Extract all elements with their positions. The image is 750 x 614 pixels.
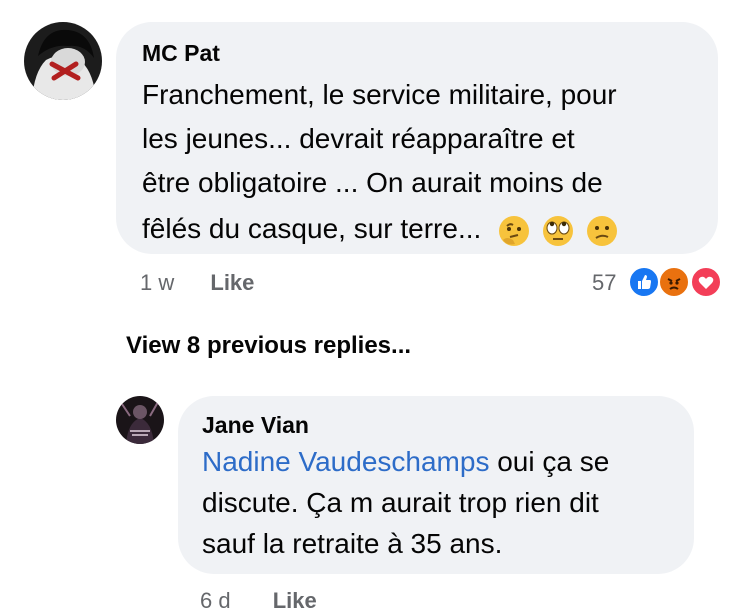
reaction-count[interactable]: 57 bbox=[592, 270, 616, 296]
like-button[interactable]: Like bbox=[210, 270, 254, 295]
avatar-image bbox=[116, 396, 164, 444]
comment-line: les jeunes... devrait réapparaître et bbox=[142, 123, 575, 154]
reply-bubble: Jane Vian Nadine Vaudeschamps oui ça se … bbox=[178, 396, 694, 574]
comment-author[interactable]: MC Pat bbox=[142, 40, 718, 67]
comment-line: fêlés du casque, sur terre... bbox=[142, 213, 482, 244]
view-previous-replies-link[interactable]: View 8 previous replies... bbox=[126, 332, 411, 360]
comment-author[interactable]: Jane Vian bbox=[202, 412, 694, 439]
love-reaction-icon[interactable] bbox=[690, 266, 722, 298]
thinking-face-icon bbox=[499, 215, 530, 246]
comment-line: Nadine Vaudeschamps oui ça se bbox=[202, 441, 694, 482]
angry-reaction-icon[interactable] bbox=[658, 266, 690, 298]
rolling-eyes-face-icon bbox=[542, 215, 573, 246]
avatar-mc-pat[interactable] bbox=[24, 22, 102, 100]
comment-line-rest: oui ça se bbox=[489, 446, 610, 477]
like-reaction-icon[interactable] bbox=[628, 266, 660, 298]
comment-text: Franchement, le service militaire, pour … bbox=[142, 73, 718, 251]
comment-line-last: fêlés du casque, sur terre... bbox=[142, 207, 718, 251]
comment-line: sauf la retraite à 35 ans. bbox=[202, 528, 503, 559]
comment-line: discute. Ça m aurait trop rien dit bbox=[202, 487, 599, 518]
confused-face-icon bbox=[586, 215, 617, 246]
reply-meta: 6 d Like bbox=[200, 588, 317, 614]
mention-link[interactable]: Nadine Vaudeschamps bbox=[202, 446, 489, 477]
comment-bubble: MC Pat Franchement, le service militaire… bbox=[116, 22, 718, 254]
comment-text: Nadine Vaudeschamps oui ça se discute. Ç… bbox=[202, 441, 694, 564]
comment-line: Franchement, le service militaire, pour bbox=[142, 79, 617, 110]
avatar-image bbox=[24, 22, 102, 100]
comment-meta: 1 w Like bbox=[140, 270, 254, 296]
avatar-jane-vian[interactable] bbox=[116, 396, 164, 444]
comment-line: être obligatoire ... On aurait moins de bbox=[142, 167, 603, 198]
comment-time[interactable]: 1 w bbox=[140, 270, 174, 295]
